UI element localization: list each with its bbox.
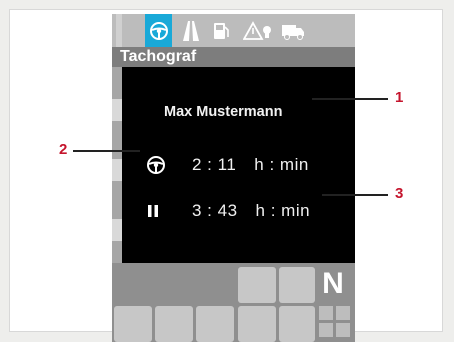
driver-name: Max Mustermann [164, 104, 283, 120]
status-tile [114, 306, 152, 342]
truck-icon [282, 24, 304, 40]
callout-number: 2 [59, 141, 68, 158]
tab-warnings[interactable] [240, 14, 276, 47]
mini-tile [336, 306, 350, 320]
instrument-display: Tachograf Max Mustermann 2 : 11 h : min [112, 14, 355, 342]
mini-tile [319, 306, 333, 320]
callout-number: 1 [395, 89, 404, 106]
rest-time-unit: h : min [255, 201, 311, 220]
steering-wheel-icon [149, 21, 168, 40]
steering-wheel-icon [146, 155, 174, 175]
warning-icon [243, 20, 271, 40]
rest-time-value: 3 : 43 [192, 201, 238, 220]
callout-line [312, 98, 388, 100]
status-tile [279, 306, 315, 342]
gutter-segment [112, 99, 122, 121]
tab-vehicle[interactable] [278, 14, 308, 47]
driving-time-value: 2 : 11 [192, 155, 237, 174]
tachograph-panel: Max Mustermann 2 : 11 h : min 3 : 43 h:… [122, 67, 355, 263]
status-tile [155, 306, 193, 342]
status-tile [279, 267, 315, 303]
mini-tile [336, 323, 350, 337]
tab-bar [112, 14, 355, 47]
gutter-segment [112, 219, 122, 241]
scroll-gutter [112, 67, 122, 263]
gear-indicator: N [322, 267, 344, 300]
tab-tachograph[interactable] [145, 14, 172, 47]
callout-line [73, 150, 140, 152]
rest-time-row: 3 : 43 h : min [146, 199, 310, 223]
driving-time-row: 2 : 11 h : min [146, 153, 309, 177]
driving-time-unit: h : min [254, 155, 309, 174]
road-icon [182, 20, 199, 41]
tab-edge [116, 14, 122, 47]
status-tile [196, 306, 234, 342]
status-tile [238, 306, 276, 342]
callout-number: 3 [395, 185, 404, 202]
tab-fuel[interactable] [207, 14, 234, 47]
fuel-pump-icon [213, 22, 229, 39]
tab-route[interactable] [177, 14, 204, 47]
screen-title: Tachograf [112, 47, 355, 67]
status-tile [238, 267, 276, 303]
callout-line [322, 194, 388, 196]
mini-tile [319, 323, 333, 337]
pause-icon [146, 203, 174, 219]
gutter-segment [112, 159, 122, 181]
